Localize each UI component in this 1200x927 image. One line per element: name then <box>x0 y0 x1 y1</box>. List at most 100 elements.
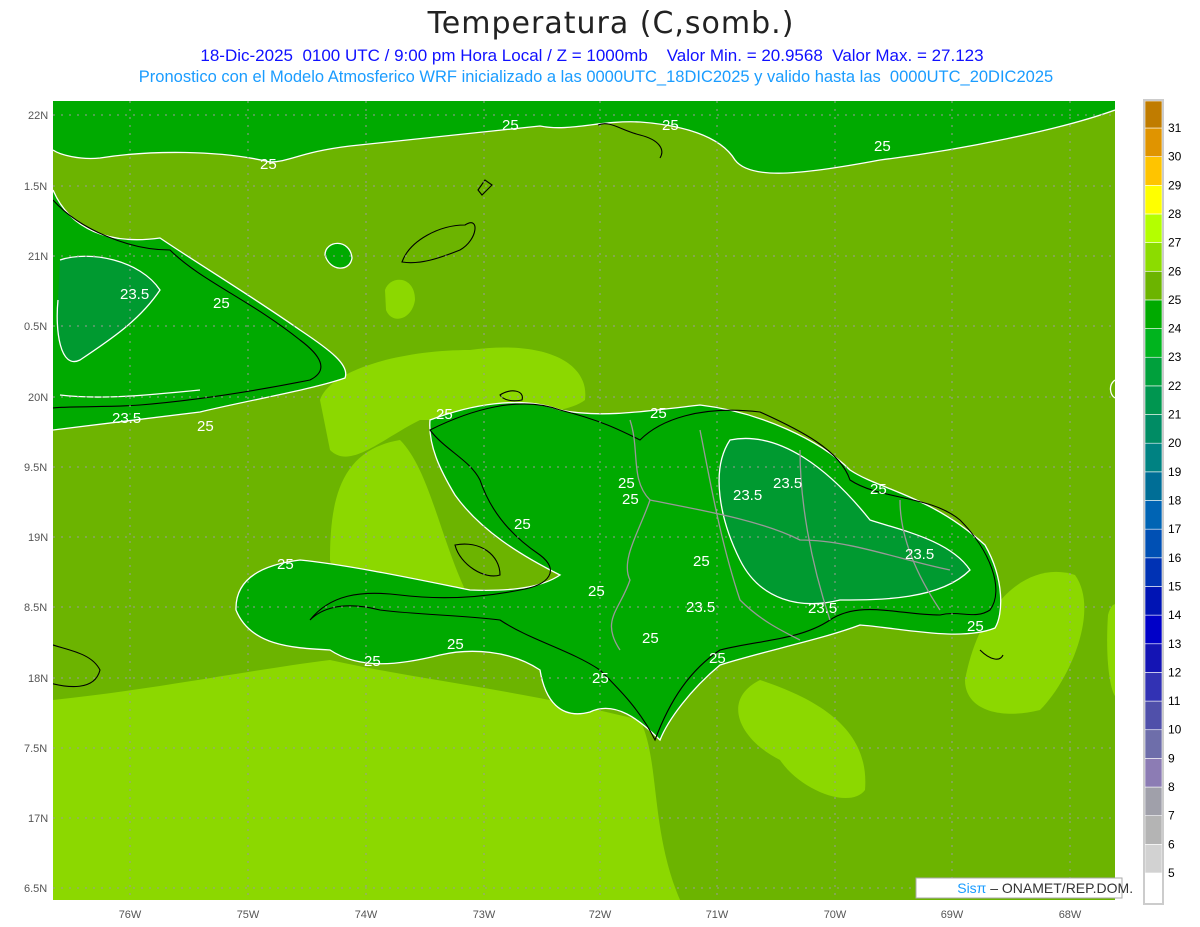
lon-label: 73W <box>473 909 496 921</box>
colorbar-label: 6 <box>1168 837 1175 851</box>
colorbar-label: 29 <box>1168 178 1182 192</box>
lon-label: 68W <box>1059 909 1082 921</box>
colorbar-cell <box>1144 328 1163 358</box>
colorbar-label: 16 <box>1168 551 1182 565</box>
lat-label: 17N <box>28 813 48 825</box>
colorbar-cell <box>1144 356 1163 387</box>
contour-label-23-5: 23.5 <box>733 487 762 504</box>
contour-label-25: 25 <box>197 418 214 435</box>
credit-box: Sisπ – ONAMET/REP.DOM. <box>915 877 1133 899</box>
contour-label-25: 25 <box>618 475 635 492</box>
colorbar-label: 17 <box>1168 522 1182 536</box>
lon-label: 72W <box>589 909 612 921</box>
colorbar-cell <box>1144 528 1163 559</box>
colorbar-cell <box>1144 471 1163 501</box>
colorbar-cell <box>1144 815 1163 845</box>
lat-label: 7.5N <box>24 743 47 755</box>
colorbar-cell <box>1144 758 1163 788</box>
map-forecast-info: Pronostico con el Modelo Atmosferico WRF… <box>139 68 1053 86</box>
contour-label-25: 25 <box>260 156 277 173</box>
lon-label: 70W <box>824 909 847 921</box>
colorbar-cell <box>1144 614 1163 645</box>
credit-text: – ONAMET/REP.DOM. <box>986 880 1133 896</box>
colorbar-cell <box>1144 500 1163 530</box>
contour-label-23-5: 23.5 <box>686 599 715 616</box>
contour-label-25: 25 <box>870 481 887 498</box>
colorbar-cell <box>1144 385 1163 415</box>
contour-label-25: 25 <box>514 516 531 533</box>
colorbar-cell <box>1144 557 1163 587</box>
lon-label: 76W <box>119 909 142 921</box>
lat-label: 19N <box>28 532 48 544</box>
colorbar-label: 13 <box>1168 637 1182 651</box>
colorbar-cell <box>1144 700 1163 731</box>
contour-label-25: 25 <box>277 556 294 573</box>
contour-label-25: 25 <box>709 650 726 667</box>
colorbar-cell <box>1144 270 1163 301</box>
lon-label: 69W <box>941 909 964 921</box>
colorbar-label: 12 <box>1168 665 1182 679</box>
colorbar-cell <box>1144 100 1163 129</box>
map-title: Temperatura (C,somb.) <box>427 6 795 41</box>
lon-label: 74W <box>355 909 378 921</box>
colorbar-label: 10 <box>1168 723 1182 737</box>
lat-label: 1.5N <box>24 181 47 193</box>
temperature-map-figure: Temperatura (C,somb.) 18-Dic-2025 0100 U… <box>24 6 1182 921</box>
colorbar-cell <box>1144 442 1163 473</box>
colorbar-cell <box>1144 586 1163 616</box>
colorbar: 31 30 29 28 27 26 25 24 23 22 21 20 19 18 17 16 15 14 13 12… <box>1143 99 1182 905</box>
colorbar-cell <box>1144 872 1163 904</box>
colorbar-cell <box>1144 786 1163 816</box>
lon-label: 71W <box>706 909 729 921</box>
colorbar-label: 20 <box>1168 436 1182 450</box>
colorbar-label: 31 <box>1168 121 1182 135</box>
colorbar-cell <box>1144 213 1163 243</box>
longitude-axis: 76W 75W 74W 73W 72W 71W 70W 69W 68W <box>119 909 1082 921</box>
lat-label: 0.5N <box>24 321 47 333</box>
colorbar-label: 26 <box>1168 264 1182 278</box>
lat-label: 8.5N <box>24 602 47 614</box>
lat-label: 20N <box>28 392 48 404</box>
lat-label: 21N <box>28 251 48 263</box>
contour-label-25: 25 <box>874 138 891 155</box>
contour-label-25: 25 <box>447 636 464 653</box>
colorbar-label: 19 <box>1168 465 1182 479</box>
colorbar-cell <box>1144 127 1163 157</box>
map-area: 25 25 25 25 25 25 25 25 25 25 25 25 25 2… <box>53 101 1115 900</box>
colorbar-label: 28 <box>1168 207 1182 221</box>
colorbar-label: 27 <box>1168 236 1182 250</box>
contour-label-25: 25 <box>502 117 519 134</box>
colorbar-cell <box>1144 299 1163 329</box>
colorbar-label: 23 <box>1168 350 1182 364</box>
colorbar-label: 7 <box>1168 809 1175 823</box>
colorbar-cell <box>1144 414 1163 444</box>
lat-label: 18N <box>28 673 48 685</box>
colorbar-label: 18 <box>1168 494 1182 508</box>
contour-label-25: 25 <box>693 553 710 570</box>
colorbar-label: 9 <box>1168 751 1175 765</box>
colorbar-label: 15 <box>1168 579 1182 593</box>
lon-label: 75W <box>237 909 260 921</box>
contour-label-23-5: 23.5 <box>773 475 802 492</box>
contour-label-25: 25 <box>592 670 609 687</box>
colorbar-cell <box>1144 242 1163 272</box>
contour-label-25: 25 <box>622 491 639 508</box>
colorbar-cell <box>1144 672 1163 702</box>
contour-label-25: 25 <box>650 405 667 422</box>
lat-label: 9.5N <box>24 462 47 474</box>
contour-label-25: 25 <box>662 117 679 134</box>
latitude-axis: 22N 1.5N 21N 0.5N 20N 9.5N 19N 8.5N 18N … <box>24 110 48 895</box>
colorbar-label: 24 <box>1168 322 1182 336</box>
colorbar-label: 22 <box>1168 379 1182 393</box>
colorbar-label: 11 <box>1168 694 1181 708</box>
colorbar-label: 21 <box>1168 408 1182 422</box>
contour-label-23-5: 23.5 <box>808 600 837 617</box>
lat-label: 6.5N <box>24 883 47 895</box>
colorbar-label: 25 <box>1168 293 1182 307</box>
contour-label-23-5: 23.5 <box>905 546 934 563</box>
colorbar-label: 8 <box>1168 780 1175 794</box>
colorbar-cell <box>1144 844 1163 874</box>
colorbar-cell <box>1144 156 1163 186</box>
contour-label-23-5: 23.5 <box>112 410 141 427</box>
credit-brand: Sisπ <box>957 880 986 896</box>
